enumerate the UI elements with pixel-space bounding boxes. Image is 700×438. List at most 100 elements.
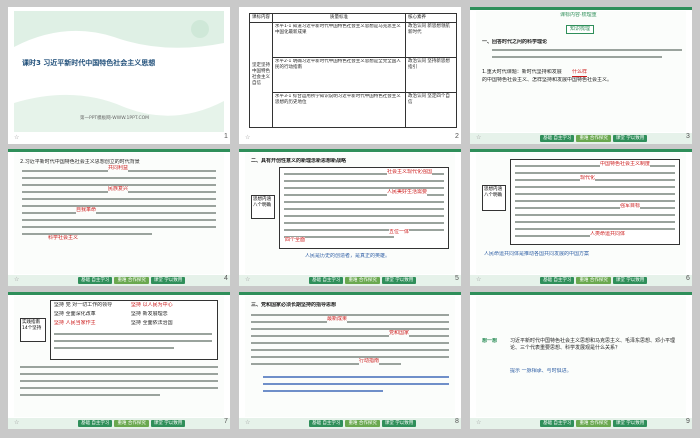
nav-button[interactable]: 基础 自主学习 bbox=[540, 277, 575, 284]
slide-thumbnail-4[interactable]: 2.习近平新时代中国特色社会主义思想创立的时代背景 共同利益 民族复兴 自我革命… bbox=[8, 149, 230, 286]
table-header: 核心素养 bbox=[405, 13, 457, 23]
slide-9-question: 习近平新时代中国特色社会主义思想和马克思主义、毛泽东思想、邓小平理论、三个代表重… bbox=[510, 338, 676, 351]
slide-4-nav: 基础 自主学习 重难 合作探究 课堂 学以致用 bbox=[78, 277, 186, 284]
table-right-text: 政治认同 坚定四个自信 bbox=[408, 94, 450, 105]
star-icon: ☆ bbox=[14, 276, 20, 283]
slide-7-top-strip bbox=[8, 292, 230, 295]
table-header: 课标内容 bbox=[249, 13, 273, 23]
slide-5-top-strip bbox=[239, 149, 461, 152]
nav-button[interactable]: 重难 合作探究 bbox=[576, 420, 611, 427]
slide-3-item-1: 一、回答时代之问的科学理论 bbox=[482, 39, 548, 45]
slide-9-hint: 提示 一脉相承、与时俱进。 bbox=[510, 368, 572, 374]
slide-5-left-label-box: 思想内涵八个明确 bbox=[251, 195, 275, 219]
table-cell: 水平1-1 知道习近平新时代中国特色社会主义思想是马克思主义中国化最新成果 bbox=[272, 22, 406, 58]
slide-8-text-lines bbox=[251, 314, 449, 370]
table-row-text: 水平3-1 综合运用所学知识说明习近平新时代中国特色社会主义思想的历史地位 bbox=[275, 94, 401, 105]
slide-7-nav: 基础 自主学习 重难 合作探究 课堂 学以致用 bbox=[78, 420, 186, 427]
slide-thumbnail-7[interactable]: 实践指南14个坚持 坚持 党 对一切工作的领导 坚持 以人民为中心 坚持 全面深… bbox=[8, 292, 230, 429]
slide-1-footer: 第一PPT模板网-WWW.1PPT.COM bbox=[80, 116, 150, 121]
slide-4-bottom-bar: 基础 自主学习 重难 合作探究 课堂 学以致用 bbox=[8, 275, 230, 286]
nav-button[interactable]: 课堂 学以致用 bbox=[381, 420, 417, 427]
nav-button[interactable]: 课堂 学以致用 bbox=[612, 277, 648, 284]
slide-8-number: 8 bbox=[455, 418, 459, 425]
slide-6-nav: 基础 自主学习 重难 合作探究 课堂 学以致用 bbox=[540, 277, 648, 284]
slide-6-number: 6 bbox=[686, 275, 690, 282]
nav-button[interactable]: 基础 自主学习 bbox=[78, 277, 113, 284]
slide-3-number: 3 bbox=[686, 133, 690, 140]
slide-thumbnail-6[interactable]: 思想内涵八个明确 中国特色社会主义制度 现代化 强军目标 人类命运共同体 人民命… bbox=[470, 149, 692, 286]
slide-thumbnail-8[interactable]: 三、党和国家必须长期坚持的指导思想 最新成果 党和国家 行动指南 基础 自主学习… bbox=[239, 292, 461, 429]
slide-6-highlight-4: 人类命运共同体 bbox=[590, 231, 626, 238]
section-tag: 知识梳理 bbox=[566, 25, 595, 34]
slide-thumbnail-5[interactable]: 二、具有开创性意义的新理念新思想新战略 思想内涵八个明确 社会主义现代化强国 人… bbox=[239, 149, 461, 286]
slide-8-title: 三、党和国家必须长期坚持的指导思想 bbox=[251, 302, 337, 308]
nav-button[interactable]: 重难 合作探究 bbox=[576, 277, 611, 284]
slide-7-left-label-box: 实践指南14个坚持 bbox=[20, 318, 46, 342]
slide-7-box-lines bbox=[54, 333, 212, 354]
nav-button[interactable]: 重难 合作探究 bbox=[345, 277, 380, 284]
slide-3-highlight-2: 什么样 bbox=[572, 69, 588, 77]
slide-7-item: 坚持 全面深化改革 bbox=[54, 311, 96, 317]
slide-5-footer: 人民是历史的创造者，是真正的英雄。 bbox=[305, 253, 391, 259]
table-row-text: 水平2-1 明确习近平新时代中国特色社会主义思想是全党全国人民的行动指南 bbox=[275, 59, 401, 70]
slide-4-highlight-3: 自我革命 bbox=[76, 207, 97, 214]
nav-button[interactable]: 基础 自主学习 bbox=[309, 420, 344, 427]
nav-button[interactable]: 重难 合作探究 bbox=[345, 420, 380, 427]
slide-thumbnail-1[interactable]: 课时3 习近平新时代中国特色社会主义思想 第一PPT模板网-WWW.1PPT.C… bbox=[8, 7, 230, 144]
table-cell: 水平2-1 明确习近平新时代中国特色社会主义思想是全党全国人民的行动指南 bbox=[272, 57, 406, 93]
nav-button[interactable]: 课堂 学以致用 bbox=[612, 135, 648, 142]
slide-8-highlight-1: 最新成果 bbox=[327, 316, 348, 323]
slide-5-highlight-2: 人民美好生活需要 bbox=[387, 189, 428, 196]
slide-6-highlight-3: 强军目标 bbox=[620, 203, 641, 210]
nav-button[interactable]: 基础 自主学习 bbox=[540, 420, 575, 427]
slide-4-highlight-4: 科学社会主义 bbox=[48, 235, 79, 242]
slide-thumbnail-3[interactable]: 课标内容·梳理重 知识梳理 一、回答时代之问的科学理论 1.重大时代课题：新时代… bbox=[470, 7, 692, 144]
nav-button[interactable]: 课堂 学以致用 bbox=[150, 277, 186, 284]
slide-5-bottom-bar: 基础 自主学习 重难 合作探究 课堂 学以致用 bbox=[239, 275, 461, 286]
slide-7-item: 坚持 全面依法治国 bbox=[131, 320, 173, 326]
slide-2-number: 2 bbox=[455, 133, 459, 140]
slide-1-decoration bbox=[14, 11, 224, 132]
thumbnail-grid: { "nav_buttons": ["基础 自主学习", "重难 合作探究", … bbox=[0, 0, 700, 438]
slide-1-title: 课时3 习近平新时代中国特色社会主义思想 bbox=[22, 59, 156, 67]
slide-6-bottom-bar: 基础 自主学习 重难 合作探究 课堂 学以致用 bbox=[470, 275, 692, 286]
nav-button[interactable]: 重难 合作探究 bbox=[114, 420, 149, 427]
slide-7-bottom-bar: 基础 自主学习 重难 合作探究 课堂 学以致用 bbox=[8, 418, 230, 429]
slide-7-left-label: 实践指南14个坚持 bbox=[22, 320, 42, 331]
slide-6-highlight-1: 中国特色社会主义制度 bbox=[600, 161, 651, 168]
nav-button[interactable]: 重难 合作探究 bbox=[576, 135, 611, 142]
slide-3-text-lines bbox=[492, 49, 682, 63]
slide-8-bottom-bar: 基础 自主学习 重难 合作探究 课堂 学以致用 bbox=[239, 418, 461, 429]
table-cell: 政治认同 坚定四个自信 bbox=[405, 92, 457, 128]
nav-button[interactable]: 课堂 学以致用 bbox=[381, 277, 417, 284]
slide-7-item: 坚持 党 对一切工作的领导 bbox=[54, 302, 113, 308]
nav-button[interactable]: 重难 合作探究 bbox=[114, 277, 149, 284]
nav-button[interactable]: 基础 自主学习 bbox=[540, 135, 575, 142]
slide-thumbnail-9[interactable]: 想一想 习近平新时代中国特色社会主义思想和马克思主义、毛泽东思想、邓小平理论、三… bbox=[470, 292, 692, 429]
slide-3-nav: 基础 自主学习 重难 合作探究 课堂 学以致用 bbox=[540, 135, 648, 142]
slide-5-highlight-4: 五位一体 bbox=[389, 229, 410, 236]
slide-9-number: 9 bbox=[686, 418, 690, 425]
nav-button[interactable]: 基础 自主学习 bbox=[78, 420, 113, 427]
slide-7-item: 坚持 新发展理念 bbox=[131, 311, 168, 317]
slide-3-top-strip bbox=[470, 7, 692, 10]
slide-9-nav: 基础 自主学习 重难 合作探究 课堂 学以致用 bbox=[540, 420, 648, 427]
star-icon: ☆ bbox=[476, 419, 482, 426]
slide-1-number: 1 bbox=[224, 133, 228, 140]
slide-9-top-strip bbox=[470, 292, 692, 295]
nav-button[interactable]: 基础 自主学习 bbox=[309, 277, 344, 284]
slide-6-top-strip bbox=[470, 149, 692, 152]
slide-7-content-box: 坚持 党 对一切工作的领导 坚持 以人民为中心 坚持 全面深化改革 坚持 新发展… bbox=[50, 300, 218, 360]
table-left-text: 坚定坚持中国特色社会主义自信 bbox=[252, 63, 270, 86]
slide-8-nav: 基础 自主学习 重难 合作探究 课堂 学以致用 bbox=[309, 420, 417, 427]
table-row-text: 水平1-1 知道习近平新时代中国特色社会主义思想是马克思主义中国化最新成果 bbox=[275, 24, 401, 35]
table-cell: 政治认同 坚持新思想指引 bbox=[405, 57, 457, 93]
nav-button[interactable]: 课堂 学以致用 bbox=[150, 420, 186, 427]
slide-thumbnail-2[interactable]: 课标内容 质量标准 核心素养 坚定坚持中国特色社会主义自信 水平1-1 知道习近… bbox=[239, 7, 461, 144]
slide-5-number: 5 bbox=[455, 275, 459, 282]
star-icon: ☆ bbox=[14, 419, 20, 426]
slide-5-text-lines bbox=[284, 173, 444, 243]
star-icon: ☆ bbox=[14, 134, 20, 141]
nav-button[interactable]: 课堂 学以致用 bbox=[612, 420, 648, 427]
slide-9-bottom-bar: 基础 自主学习 重难 合作探究 课堂 学以致用 bbox=[470, 418, 692, 429]
